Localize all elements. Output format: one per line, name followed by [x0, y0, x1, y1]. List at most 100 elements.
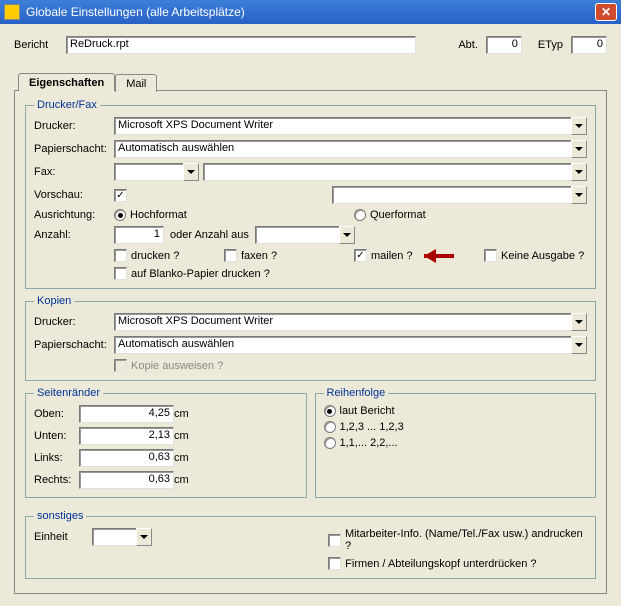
drucker-combo[interactable]: Microsoft XPS Document Writer	[114, 117, 587, 135]
hoch-radio[interactable]	[114, 209, 126, 221]
chevron-down-icon[interactable]	[136, 528, 152, 546]
r2-label: 1,2,3 ... 1,2,3	[340, 421, 404, 433]
bericht-field[interactable]: ReDruck.rpt	[66, 36, 416, 54]
kopien-drucker-value: Microsoft XPS Document Writer	[114, 313, 571, 331]
kopie-label: Kopie ausweisen ?	[131, 360, 223, 372]
sonstiges-legend: sonstiges	[34, 510, 86, 522]
blanko-checkbox[interactable]	[114, 267, 127, 280]
sonstiges-group: sonstiges Einheit Mitarbeiter-Info. (Nam…	[25, 510, 596, 579]
chevron-down-icon[interactable]	[571, 186, 587, 204]
papier-label: Papierschacht:	[34, 143, 114, 155]
papier-value: Automatisch auswählen	[114, 140, 571, 158]
kopien-group: Kopien Drucker: Microsoft XPS Document W…	[25, 295, 596, 381]
links-field[interactable]: 0,63	[79, 449, 174, 467]
firmen-checkbox[interactable]	[328, 557, 341, 570]
seiten-legend: Seitenränder	[34, 387, 103, 399]
tab-panel: Drucker/Fax Drucker: Microsoft XPS Docum…	[14, 90, 607, 594]
r1-label: laut Bericht	[340, 405, 395, 417]
chevron-down-icon[interactable]	[571, 117, 587, 135]
kopien-papier-value: Automatisch auswählen	[114, 336, 571, 354]
kopien-papier-label: Papierschacht:	[34, 339, 114, 351]
oderanzahl-label: oder Anzahl aus	[170, 229, 249, 241]
drucken-checkbox[interactable]	[114, 249, 127, 262]
kopien-legend: Kopien	[34, 295, 74, 307]
quer-label: Querformat	[370, 209, 426, 221]
quer-radio[interactable]	[354, 209, 366, 221]
fax-combo2[interactable]	[203, 163, 587, 181]
app-icon	[4, 4, 20, 20]
etyp-field[interactable]: 0	[571, 36, 607, 54]
r2-radio[interactable]	[324, 421, 336, 433]
rechts-field[interactable]: 0,63	[79, 471, 174, 489]
reihen-group: Reihenfolge laut Bericht 1,2,3 ... 1,2,3…	[315, 387, 597, 498]
cm-label: cm	[174, 474, 194, 486]
unten-label: Unten:	[34, 430, 79, 442]
einheit-combo[interactable]	[92, 528, 152, 546]
chevron-down-icon[interactable]	[339, 226, 355, 244]
vorschau-combo-value	[332, 186, 571, 204]
mailen-checkbox[interactable]: ✓	[354, 249, 367, 262]
window-title: Globale Einstellungen (alle Arbeitsplätz…	[26, 5, 595, 19]
keineausgabe-checkbox[interactable]	[484, 249, 497, 262]
vorschau-checkbox[interactable]: ✓	[114, 189, 127, 202]
chevron-down-icon[interactable]	[571, 140, 587, 158]
arrow-icon	[424, 251, 466, 261]
r1-radio[interactable]	[324, 405, 336, 417]
papier-combo[interactable]: Automatisch auswählen	[114, 140, 587, 158]
bericht-label: Bericht	[14, 39, 58, 51]
cm-label: cm	[174, 430, 194, 442]
oderanzahl-combo[interactable]	[255, 226, 355, 244]
faxen-checkbox[interactable]	[224, 249, 237, 262]
seiten-group: Seitenränder Oben: 4,25 cm Unten: 2,13 c…	[25, 387, 307, 498]
fax-value2	[203, 163, 571, 181]
oben-field[interactable]: 4,25	[79, 405, 174, 423]
vorschau-label: Vorschau:	[34, 189, 114, 201]
hoch-label: Hochformat	[130, 209, 187, 221]
tab-mail[interactable]: Mail	[115, 74, 157, 92]
keineausgabe-label: Keine Ausgabe ?	[501, 250, 584, 262]
kopie-checkbox	[114, 359, 127, 372]
drucker-label: Drucker:	[34, 120, 114, 132]
drucken-label: drucken ?	[131, 250, 179, 262]
abt-label: Abt.	[458, 39, 478, 51]
rechts-label: Rechts:	[34, 474, 79, 486]
titlebar: Globale Einstellungen (alle Arbeitsplätz…	[0, 0, 621, 24]
drucker-value: Microsoft XPS Document Writer	[114, 117, 571, 135]
chevron-down-icon[interactable]	[571, 313, 587, 331]
abt-field[interactable]: 0	[486, 36, 522, 54]
blanko-label: auf Blanko-Papier drucken ?	[131, 268, 270, 280]
faxen-label: faxen ?	[241, 250, 277, 262]
anzahl-field[interactable]: 1	[114, 226, 164, 244]
cm-label: cm	[174, 408, 194, 420]
anzahl-label: Anzahl:	[34, 229, 114, 241]
links-label: Links:	[34, 452, 79, 464]
fax-combo1[interactable]	[114, 163, 199, 181]
vorschau-combo[interactable]	[332, 186, 587, 204]
chevron-down-icon[interactable]	[183, 163, 199, 181]
mitarbeiter-label: Mitarbeiter-Info. (Name/Tel./Fax usw.) a…	[345, 528, 587, 552]
close-icon[interactable]: ✕	[595, 3, 617, 21]
fax-value1	[114, 163, 183, 181]
chevron-down-icon[interactable]	[571, 336, 587, 354]
kopien-drucker-combo[interactable]: Microsoft XPS Document Writer	[114, 313, 587, 331]
firmen-label: Firmen / Abteilungskopf unterdrücken ?	[345, 558, 536, 570]
mailen-label: mailen ?	[371, 250, 413, 262]
tab-eigenschaften[interactable]: Eigenschaften	[18, 73, 115, 91]
kopien-papier-combo[interactable]: Automatisch auswählen	[114, 336, 587, 354]
oderanzahl-value	[255, 226, 339, 244]
oben-label: Oben:	[34, 408, 79, 420]
einheit-label: Einheit	[34, 531, 84, 543]
ausrichtung-label: Ausrichtung:	[34, 209, 114, 221]
kopien-drucker-label: Drucker:	[34, 316, 114, 328]
etyp-label: ETyp	[538, 39, 563, 51]
r3-radio[interactable]	[324, 437, 336, 449]
unten-field[interactable]: 2,13	[79, 427, 174, 445]
cm-label: cm	[174, 452, 194, 464]
mitarbeiter-checkbox[interactable]	[328, 534, 341, 547]
einheit-value	[92, 528, 136, 546]
r3-label: 1,1,... 2,2,...	[340, 437, 398, 449]
druckerfax-legend: Drucker/Fax	[34, 99, 100, 111]
druckerfax-group: Drucker/Fax Drucker: Microsoft XPS Docum…	[25, 99, 596, 289]
chevron-down-icon[interactable]	[571, 163, 587, 181]
fax-label: Fax:	[34, 166, 114, 178]
